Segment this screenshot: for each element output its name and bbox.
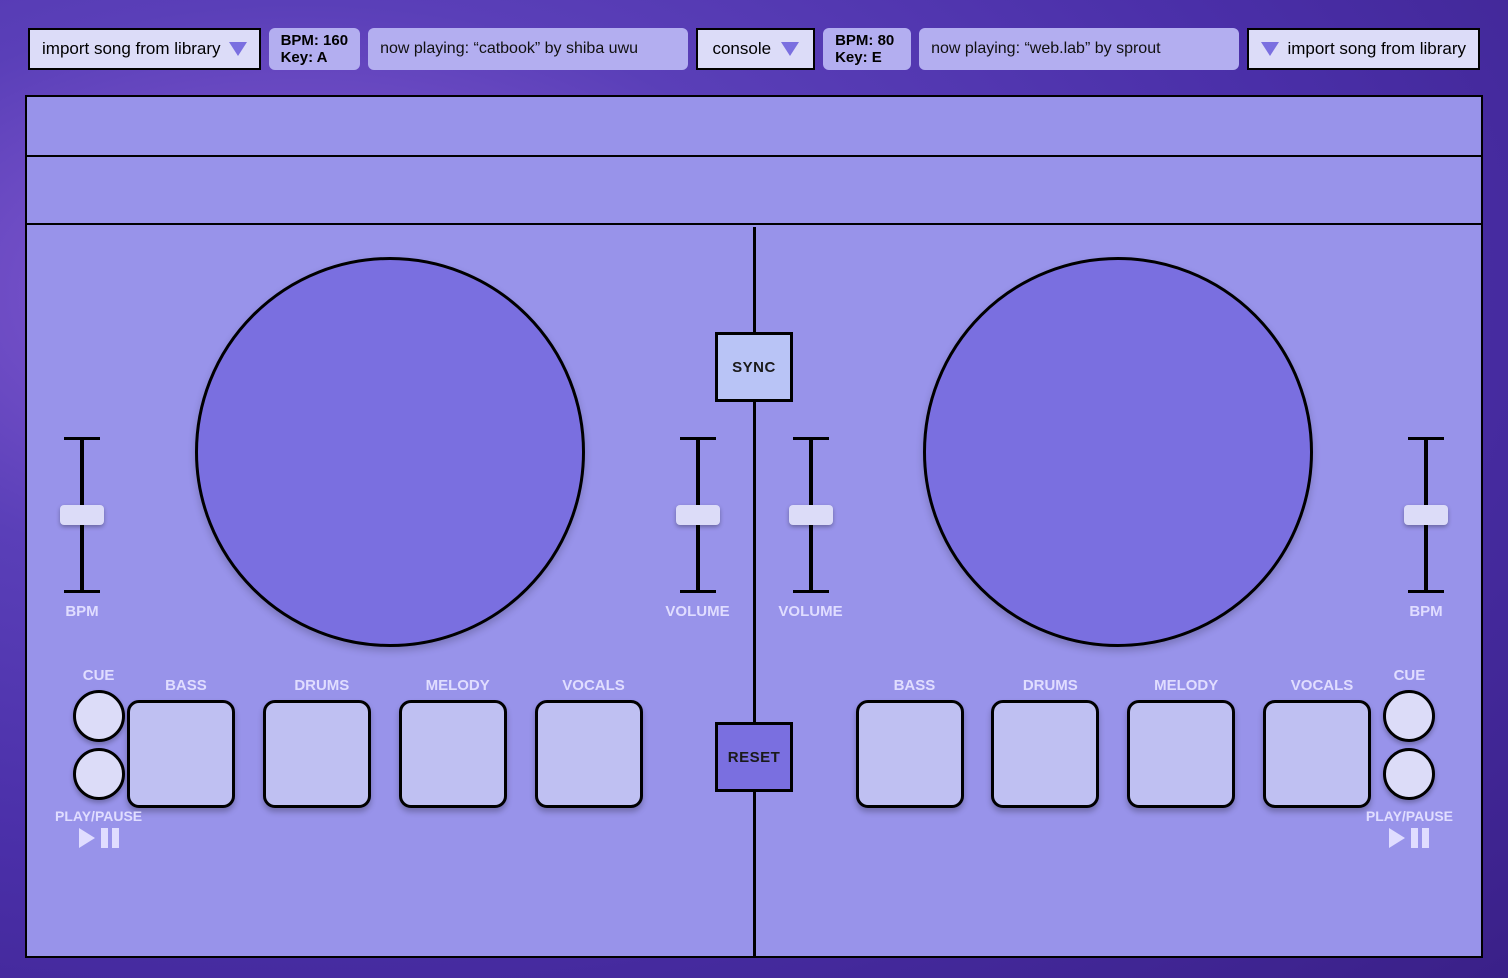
play-icon[interactable] xyxy=(1389,828,1405,848)
volume-slider-label-right: VOLUME xyxy=(778,603,842,620)
pad-drums-right[interactable] xyxy=(991,700,1099,808)
volume-slider-right: VOLUME xyxy=(788,437,834,620)
jog-wheel-right[interactable] xyxy=(923,257,1313,647)
playpause-label-right: PLAY/PAUSE xyxy=(1366,808,1453,824)
pause-icon[interactable] xyxy=(101,828,119,848)
bpm-slider-label-right: BPM xyxy=(1409,603,1442,620)
cue-button-2-left[interactable] xyxy=(73,748,125,800)
key-left: Key: A xyxy=(281,49,349,66)
pad-label: DRUMS xyxy=(263,677,381,694)
volume-slider-thumb-right[interactable] xyxy=(789,505,833,525)
console-label: console xyxy=(712,39,771,59)
pad-label: BASS xyxy=(127,677,245,694)
deck-left: BPM VOLUME BASS DRUMS MELODY VOCALS CUE … xyxy=(27,227,753,956)
pads-right: BASS DRUMS MELODY VOCALS xyxy=(856,677,1382,808)
pad-drums-left[interactable] xyxy=(263,700,371,808)
cue-section-left: CUE PLAY/PAUSE xyxy=(55,667,142,848)
now-playing-left: now playing: “catbook” by shiba uwu xyxy=(368,28,688,70)
pad-label: DRUMS xyxy=(991,677,1109,694)
pad-melody-left[interactable] xyxy=(399,700,507,808)
play-icon[interactable] xyxy=(79,828,95,848)
pad-melody-right[interactable] xyxy=(1127,700,1235,808)
cue-label-right: CUE xyxy=(1394,667,1426,684)
volume-slider-label-left: VOLUME xyxy=(665,603,729,620)
import-right-button[interactable]: import song from library xyxy=(1247,28,1480,70)
deck-right: VOLUME BPM BASS DRUMS MELODY VOCALS CUE … xyxy=(756,227,1482,956)
cue-button-1-right[interactable] xyxy=(1383,690,1435,742)
bpm-key-right: BPM: 80 Key: E xyxy=(823,28,911,70)
console-button[interactable]: console xyxy=(696,28,815,70)
bpm-slider-thumb-right[interactable] xyxy=(1404,505,1448,525)
pad-label: BASS xyxy=(856,677,974,694)
cue-button-2-right[interactable] xyxy=(1383,748,1435,800)
bpm-slider-right: BPM xyxy=(1403,437,1449,620)
top-band-2 xyxy=(27,157,1481,225)
pad-vocals-right[interactable] xyxy=(1263,700,1371,808)
import-left-label: import song from library xyxy=(42,39,221,59)
bpm-right: BPM: 80 xyxy=(835,32,899,49)
pad-bass-left[interactable] xyxy=(127,700,235,808)
cue-section-right: CUE PLAY/PAUSE xyxy=(1366,667,1453,848)
pad-label: MELODY xyxy=(1127,677,1245,694)
playpause-label-left: PLAY/PAUSE xyxy=(55,808,142,824)
bpm-key-left: BPM: 160 Key: A xyxy=(269,28,361,70)
key-right: Key: E xyxy=(835,49,899,66)
pad-label: VOCALS xyxy=(1263,677,1381,694)
import-left-button[interactable]: import song from library xyxy=(28,28,261,70)
bpm-left: BPM: 160 xyxy=(281,32,349,49)
pad-vocals-left[interactable] xyxy=(535,700,643,808)
pad-bass-right[interactable] xyxy=(856,700,964,808)
volume-slider-left: VOLUME xyxy=(675,437,721,620)
dropdown-icon xyxy=(1261,42,1279,56)
dropdown-icon xyxy=(781,42,799,56)
reset-button[interactable]: RESET xyxy=(715,722,793,792)
cue-button-1-left[interactable] xyxy=(73,690,125,742)
sync-button[interactable]: SYNC xyxy=(715,332,793,402)
pad-label: MELODY xyxy=(399,677,517,694)
jog-wheel-left[interactable] xyxy=(195,257,585,647)
bpm-slider-label-left: BPM xyxy=(65,603,98,620)
import-right-label: import song from library xyxy=(1287,39,1466,59)
dropdown-icon xyxy=(229,42,247,56)
top-band-1 xyxy=(27,97,1481,157)
pads-left: BASS DRUMS MELODY VOCALS xyxy=(127,677,653,808)
bpm-slider-thumb-left[interactable] xyxy=(60,505,104,525)
now-playing-right: now playing: “web.lab” by sprout xyxy=(919,28,1239,70)
pause-icon[interactable] xyxy=(1411,828,1429,848)
header-row: import song from library BPM: 160 Key: A… xyxy=(0,0,1508,70)
bpm-slider-left: BPM xyxy=(59,437,105,620)
cue-label-left: CUE xyxy=(83,667,115,684)
console-body: BPM VOLUME BASS DRUMS MELODY VOCALS CUE … xyxy=(25,95,1483,958)
pad-label: VOCALS xyxy=(535,677,653,694)
volume-slider-thumb-left[interactable] xyxy=(676,505,720,525)
